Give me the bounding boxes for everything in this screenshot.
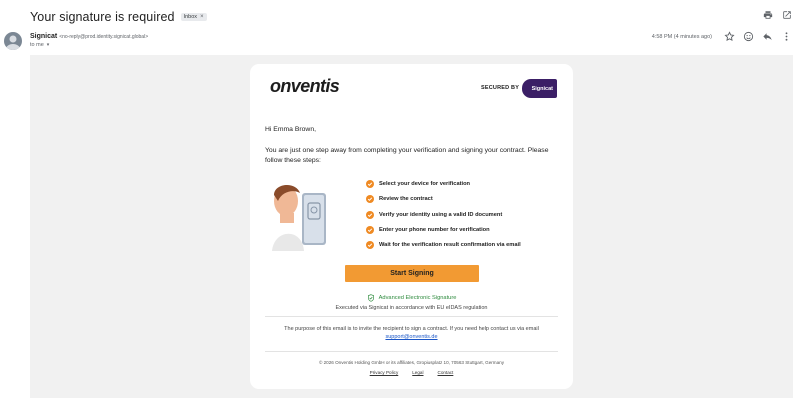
- divider: [265, 351, 558, 352]
- list-item: Review the contract: [366, 194, 521, 204]
- checkmark-icon: [366, 210, 374, 219]
- reply-icon[interactable]: [762, 31, 773, 42]
- shield-check-icon: [367, 294, 374, 302]
- checkmark-icon: [366, 195, 374, 204]
- start-signing-button[interactable]: Start Signing: [345, 265, 479, 282]
- step-label: Select your device for verification: [379, 181, 471, 187]
- sender-address: <no-reply@prod.identity.signicat.global>: [59, 34, 149, 40]
- intro-text: You are just one step away from completi…: [265, 147, 549, 164]
- onventis-logo: onventis: [270, 76, 340, 96]
- purpose-text: The purpose of this email is to invite t…: [284, 326, 539, 332]
- chevron-down-icon[interactable]: ▾: [47, 42, 50, 48]
- email-subject-row: Your signature is required Inbox ×: [30, 7, 207, 27]
- divider: [265, 316, 558, 317]
- checkmark-icon: [366, 180, 374, 188]
- step-label: Verify your identity using a valid ID do…: [379, 211, 503, 218]
- aes-label: Advanced Electronic Signature: [378, 295, 457, 301]
- privacy-policy-link[interactable]: Privacy Policy: [370, 370, 399, 375]
- contact-link[interactable]: Contact: [438, 370, 454, 375]
- checkmark-icon: [366, 241, 374, 250]
- thread-actions: [763, 10, 792, 20]
- recipient-line[interactable]: to me ▾: [30, 42, 49, 48]
- list-item: Verify your identity using a valid ID do…: [366, 210, 521, 220]
- support-email-link[interactable]: support@onventis.de: [385, 334, 437, 340]
- signicat-logo: Signicat: [522, 79, 557, 98]
- step-label: Wait for the verification result confirm…: [379, 242, 521, 249]
- list-item: Enter your phone number for verification: [366, 225, 521, 235]
- person-icon: [6, 35, 20, 50]
- step-label: Review the contract: [379, 196, 433, 203]
- step-label: Enter your phone number for verification: [379, 226, 490, 233]
- list-item: Wait for the verification result confirm…: [366, 240, 521, 250]
- inbox-label-text: Inbox: [183, 14, 198, 20]
- email-card: onventis SECURED BY Signicat Hi Emma Bro…: [250, 64, 573, 389]
- sender-avatar[interactable]: [4, 32, 22, 50]
- message-meta: 4:58 PM (4 minutes ago): [652, 31, 792, 42]
- greeting: Hi Emma Brown,: [265, 126, 316, 133]
- printer-icon[interactable]: [763, 10, 773, 20]
- copyright-text: © 2026 Onventis Holding GmbH or its affi…: [318, 360, 505, 365]
- legal-link[interactable]: Legal: [412, 370, 423, 375]
- face-verification-illustration: [272, 184, 326, 251]
- more-vert-icon[interactable]: [781, 31, 792, 42]
- sender-name[interactable]: Signicat: [30, 33, 57, 40]
- checkmark-icon: [366, 225, 374, 234]
- emoji-icon[interactable]: [743, 31, 754, 42]
- email-subject: Your signature is required: [30, 10, 175, 24]
- executed-note: Executed via Signicat in accordance with…: [335, 305, 488, 311]
- secured-by-label: SECURED BY: [481, 85, 520, 91]
- star-icon[interactable]: [724, 31, 735, 42]
- remove-label-icon[interactable]: ×: [200, 14, 204, 20]
- inbox-label-chip[interactable]: Inbox ×: [180, 13, 207, 21]
- signicat-logo-text: Signicat: [531, 85, 553, 92]
- aes-label-row: Advanced Electronic Signature: [250, 294, 573, 302]
- purpose-note: The purpose of this email is to invite t…: [275, 325, 548, 341]
- recipient-text: to me: [30, 42, 44, 48]
- sender-line: Signicat <no-reply@prod.identity.signica…: [30, 32, 148, 42]
- open-in-new-window-icon[interactable]: [782, 10, 792, 20]
- message-timestamp: 4:58 PM (4 minutes ago): [651, 33, 712, 40]
- footer-links: Privacy Policy Legal Contact: [250, 370, 573, 375]
- list-item: Select your device for verification: [366, 179, 521, 189]
- steps-list: Select your device for verification Revi…: [366, 179, 521, 255]
